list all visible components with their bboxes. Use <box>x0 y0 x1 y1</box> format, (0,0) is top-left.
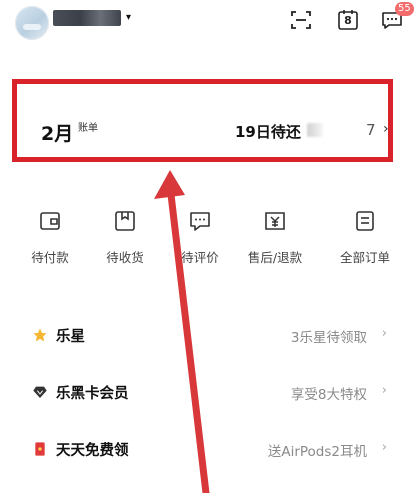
refund-icon <box>263 209 287 233</box>
bill-due-date: 19日待还 <box>235 123 301 141</box>
order-all-label: 全部订单 <box>339 250 390 265</box>
diamond-icon <box>32 384 48 400</box>
bill-card[interactable]: 2月 账单 19日待还 7 › <box>12 79 393 162</box>
chevron-right-icon: › <box>381 326 387 341</box>
avatar[interactable] <box>15 6 49 40</box>
order-pending-review-label: 待评价 <box>181 250 219 265</box>
order-pending-review[interactable]: 待评价 <box>160 205 240 266</box>
red-envelope-icon <box>32 441 48 457</box>
chevron-right-icon: › <box>381 383 387 398</box>
username-redacted[interactable] <box>53 10 121 26</box>
account-switch-arrow[interactable]: ▾ <box>126 11 131 25</box>
list-item-black-card[interactable]: 乐黑卡会员 享受8大特权 › <box>0 374 417 410</box>
star-icon <box>32 327 48 343</box>
order-shortcuts: 待付款 待收货 待评价 售后/退款 全部订单 <box>0 205 417 275</box>
bill-label: 账单 <box>78 123 98 134</box>
package-icon <box>113 209 137 233</box>
chevron-right-icon: › <box>381 440 387 455</box>
list-item-free-daily[interactable]: 天天免费领 送AirPods2耳机 › <box>0 431 417 467</box>
list-item-value: 送AirPods2耳机 <box>267 444 367 460</box>
list-item-label: 乐黑卡会员 <box>56 386 129 402</box>
message-badge: 55 <box>395 2 414 16</box>
calendar-day: 8 <box>344 14 352 27</box>
comment-icon <box>188 209 212 233</box>
list-item-value: 3乐星待领取 <box>290 330 367 346</box>
order-pending-receipt-label: 待收货 <box>106 250 144 265</box>
list-item-label: 天天免费领 <box>56 443 129 459</box>
chevron-right-icon: › <box>383 121 389 137</box>
order-all[interactable]: 全部订单 <box>325 205 405 266</box>
list-item-label: 乐星 <box>56 329 85 345</box>
bill-month: 2月 <box>41 123 74 145</box>
top-bar: ▾ 8 55 <box>0 0 417 60</box>
list-item-value: 享受8大特权 <box>290 387 367 403</box>
bill-amount-redacted <box>307 123 323 137</box>
order-pending-payment[interactable]: 待付款 <box>10 205 90 266</box>
order-after-sales-label: 售后/退款 <box>247 250 303 265</box>
list-icon <box>353 209 377 233</box>
list-item-lexing[interactable]: 乐星 3乐星待领取 › <box>0 317 417 353</box>
calendar-icon[interactable]: 8 <box>336 8 360 32</box>
order-pending-receipt[interactable]: 待收货 <box>85 205 165 266</box>
order-after-sales[interactable]: 售后/退款 <box>235 205 315 266</box>
wallet-icon <box>38 209 62 233</box>
scan-icon[interactable] <box>289 8 313 32</box>
bill-amount-tail: 7 <box>366 121 376 139</box>
order-pending-payment-label: 待付款 <box>31 250 69 265</box>
